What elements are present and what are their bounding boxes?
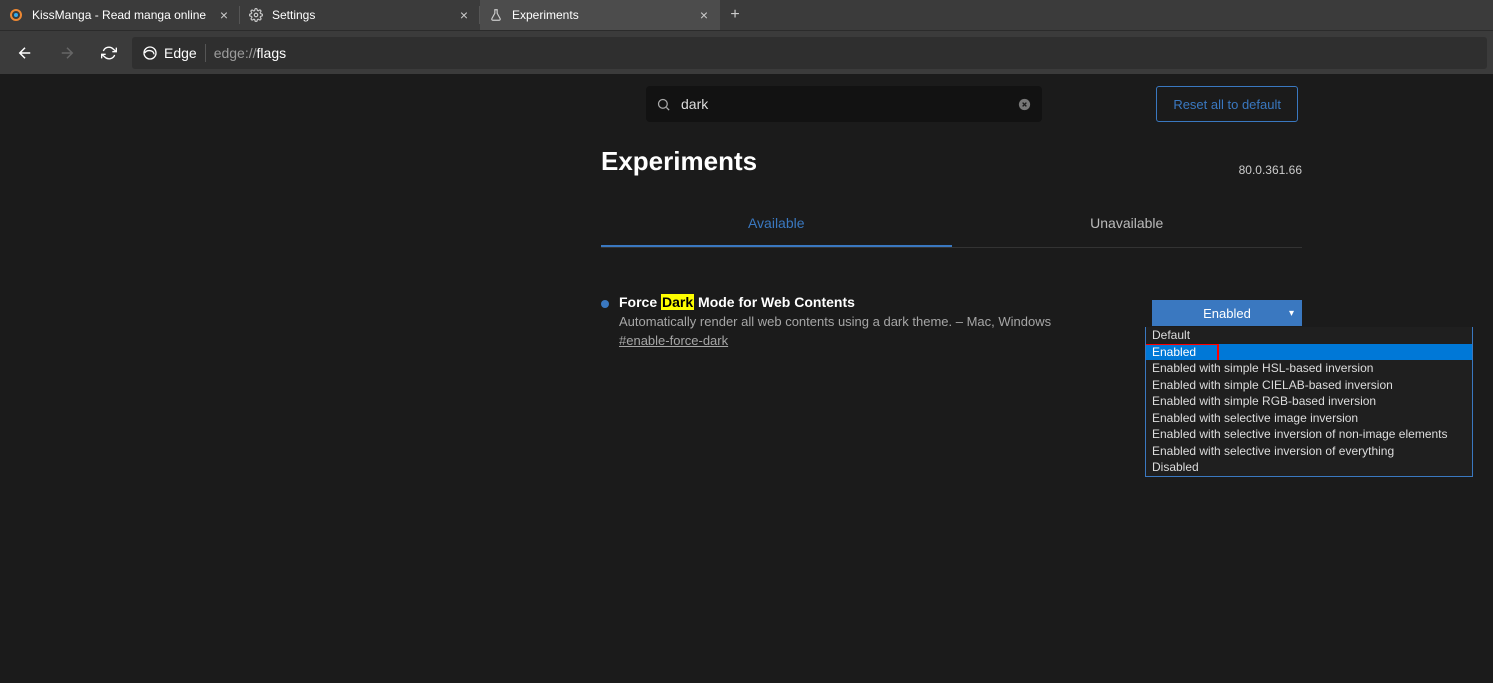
favicon-generic-icon bbox=[8, 7, 24, 23]
dropdown-option[interactable]: Enabled with selective inversion of non-… bbox=[1146, 426, 1472, 443]
flag-description: Automatically render all web contents us… bbox=[619, 314, 1142, 329]
edge-brand-label: Edge bbox=[164, 45, 197, 61]
back-button[interactable] bbox=[6, 35, 44, 71]
dropdown-option[interactable]: Enabled bbox=[1146, 344, 1472, 361]
flag-body: Force Dark Mode for Web Contents Automat… bbox=[619, 294, 1142, 350]
chevron-down-icon: ▾ bbox=[1289, 308, 1294, 319]
address-bar[interactable]: Edge edge://flags bbox=[132, 37, 1487, 69]
version-label: 80.0.361.66 bbox=[1239, 163, 1302, 177]
page-header: Experiments 80.0.361.66 bbox=[601, 146, 1302, 177]
flag-select-value: Enabled ▾ bbox=[1152, 300, 1302, 326]
dropdown-option[interactable]: Enabled with selective image inversion bbox=[1146, 410, 1472, 427]
clear-icon[interactable] bbox=[1017, 97, 1032, 112]
refresh-button[interactable] bbox=[90, 35, 128, 71]
edge-brand-chip: Edge bbox=[142, 45, 197, 61]
page-title: Experiments bbox=[601, 146, 757, 177]
top-toolbar: Reset all to default bbox=[0, 86, 1493, 122]
new-tab-button[interactable]: + bbox=[720, 0, 750, 30]
browser-tab-label: Experiments bbox=[512, 8, 688, 22]
dropdown-option[interactable]: Disabled bbox=[1146, 459, 1472, 476]
browser-tab-label: KissManga - Read manga online bbox=[32, 8, 208, 22]
flask-icon bbox=[488, 7, 504, 23]
gear-icon bbox=[248, 7, 264, 23]
content-column: Experiments 80.0.361.66 Available Unavai… bbox=[601, 146, 1302, 350]
flag-select-dropdown: Default Enabled Enabled with simple HSL-… bbox=[1145, 327, 1473, 477]
close-icon[interactable]: × bbox=[456, 7, 472, 23]
separator bbox=[205, 44, 206, 62]
close-icon[interactable]: × bbox=[216, 7, 232, 23]
browser-tab-experiments[interactable]: Experiments × bbox=[480, 0, 720, 30]
experiments-tabs: Available Unavailable bbox=[601, 201, 1302, 248]
browser-tab-label: Settings bbox=[272, 8, 448, 22]
search-icon bbox=[656, 97, 671, 112]
close-icon[interactable]: × bbox=[696, 7, 712, 23]
browser-tab-settings[interactable]: Settings × bbox=[240, 0, 480, 30]
flag-title: Force Dark Mode for Web Contents bbox=[619, 294, 1142, 310]
url-text: edge://flags bbox=[214, 45, 286, 61]
dropdown-option[interactable]: Enabled with simple CIELAB-based inversi… bbox=[1146, 377, 1472, 394]
forward-button[interactable] bbox=[48, 35, 86, 71]
reset-all-button[interactable]: Reset all to default bbox=[1156, 86, 1298, 122]
browser-tab-kissmanga[interactable]: KissManga - Read manga online × bbox=[0, 0, 240, 30]
flags-search-input[interactable] bbox=[681, 96, 1007, 112]
tab-available[interactable]: Available bbox=[601, 201, 952, 247]
flag-anchor-link[interactable]: #enable-force-dark bbox=[619, 333, 728, 348]
flag-select[interactable]: Enabled ▾ bbox=[1152, 300, 1302, 326]
dropdown-option[interactable]: Enabled with simple RGB-based inversion bbox=[1146, 393, 1472, 410]
flags-search-box[interactable] bbox=[646, 86, 1042, 122]
edge-logo-icon bbox=[142, 45, 158, 61]
flag-status-dot-icon bbox=[601, 300, 609, 308]
dropdown-option[interactable]: Default bbox=[1146, 327, 1472, 344]
dropdown-option[interactable]: Enabled with selective inversion of ever… bbox=[1146, 443, 1472, 460]
page-body: Reset all to default Experiments 80.0.36… bbox=[0, 74, 1493, 683]
dropdown-option[interactable]: Enabled with simple HSL-based inversion bbox=[1146, 360, 1472, 377]
tab-unavailable[interactable]: Unavailable bbox=[952, 201, 1303, 247]
browser-tab-bar: KissManga - Read manga online × Settings… bbox=[0, 0, 1493, 30]
address-bar-row: Edge edge://flags bbox=[0, 30, 1493, 74]
